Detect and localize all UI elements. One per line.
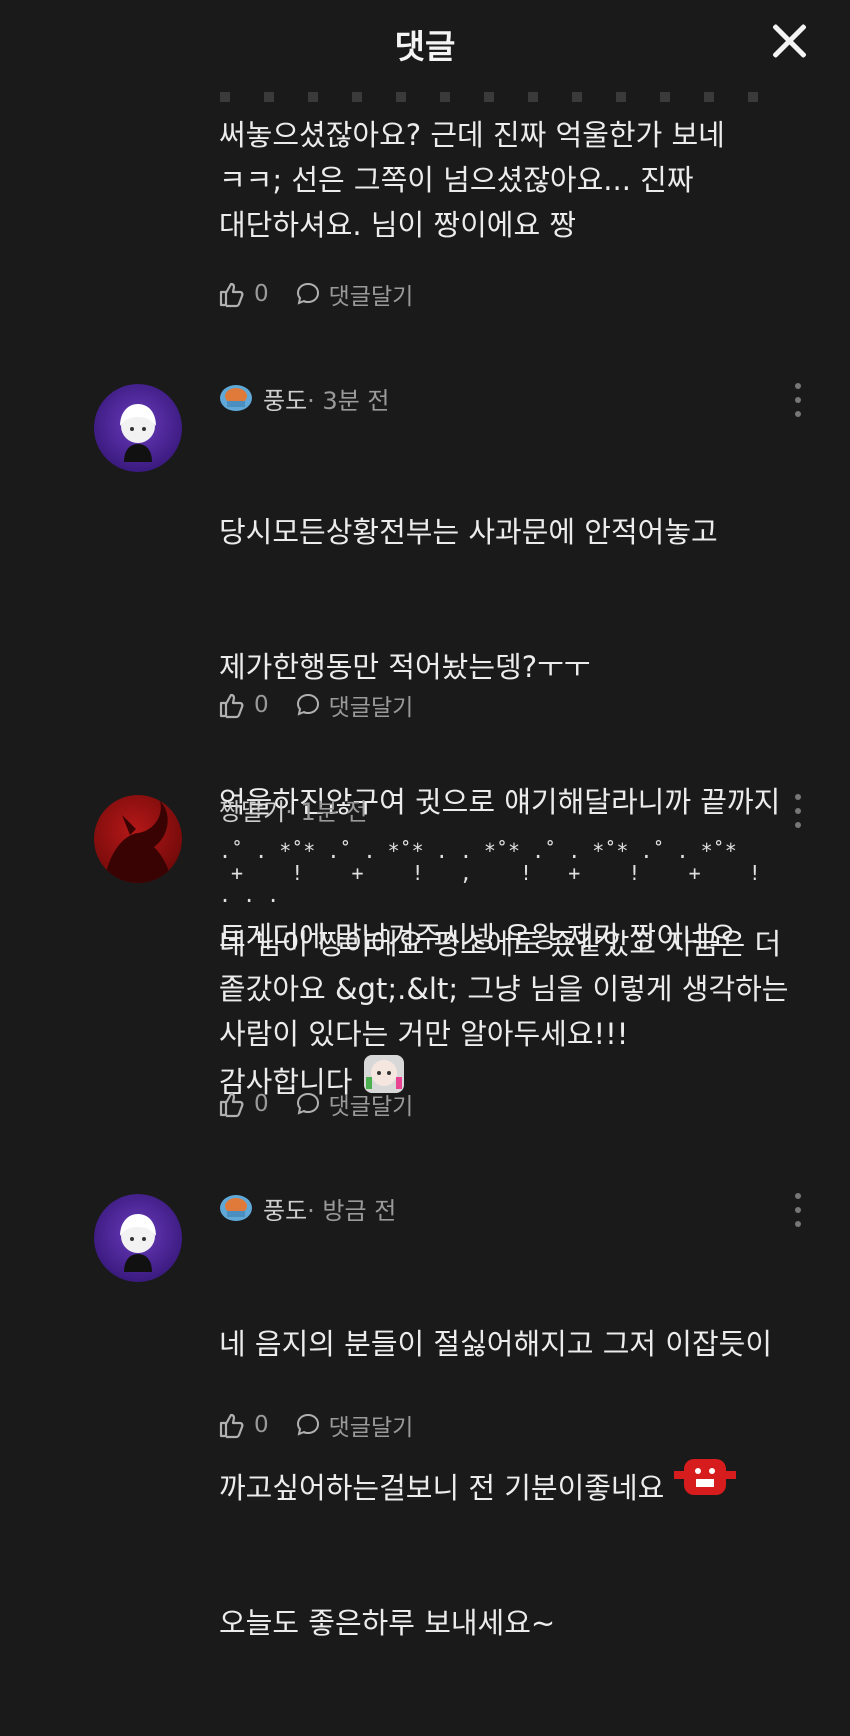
decorative-text: .˚ . *˚* .˚ . *˚* . . *˚* .˚ . *˚* .˚ . … (219, 840, 761, 906)
level-badge-icon (220, 385, 252, 411)
avatar[interactable] (94, 384, 182, 472)
username[interactable]: 풍도 (263, 1191, 307, 1226)
thumbs-up-icon (219, 693, 244, 719)
avatar[interactable] (94, 1194, 182, 1282)
comment-line: 당시모든상황전부는 사과문에 안적어놓고 (219, 515, 718, 549)
comment-meta: 짱딸기 · 1분 전 (219, 792, 368, 826)
more-options-icon[interactable] (788, 383, 808, 423)
timestamp: · 방금 전 (307, 1196, 397, 1225)
comment-meta: 풍도 · 3분 전 (219, 381, 390, 415)
speech-bubble-icon (296, 282, 319, 305)
speech-bubble-icon (296, 1092, 319, 1115)
like-button[interactable]: 0 (218, 1411, 269, 1439)
comment-line: 네 음지의 분들이 절싫어해지고 그저 이잡듯이 (219, 1327, 773, 1361)
reply-label: 댓글달기 (328, 695, 414, 721)
timestamp: · 1분 전 (285, 797, 368, 826)
comment-text: 네 님이 짱이에요 평소에도 죴같았고 지금은 더 좉갔아요 &gt;.&lt;… (219, 927, 789, 1051)
like-count: 0 (254, 281, 269, 307)
thumbs-up-icon (219, 1092, 244, 1118)
decorative-line: + ! + ! , ! + ! + ! (219, 861, 761, 885)
reply-button[interactable]: 댓글달기 (295, 1087, 414, 1121)
thumbs-up-icon (219, 282, 244, 308)
reply-label: 댓글달기 (328, 284, 414, 310)
reply-button[interactable]: 댓글달기 (295, 277, 414, 311)
level-badge-icon (220, 1195, 252, 1221)
comment-text: 써놓으셨잖아요? 근데 진짜 억울한가 보네 ㅋㅋ; 선은 그쪽이 넘으셨잖아요… (219, 118, 725, 242)
like-button[interactable]: 0 (218, 691, 269, 719)
page-title: 댓글 (394, 27, 456, 66)
like-count: 0 (254, 1091, 269, 1117)
close-icon[interactable] (770, 22, 808, 60)
like-count: 0 (254, 692, 269, 718)
more-options-icon[interactable] (788, 794, 808, 834)
reply-button[interactable]: 댓글달기 (295, 1408, 414, 1442)
comment-actions: 0 댓글달기 (218, 687, 413, 723)
comment-text: 네 음지의 분들이 절싫어해지고 그저 이잡듯이 까고싶어하는걸보니 전 기분이… (219, 1232, 772, 1736)
thumbs-up-icon (219, 1413, 244, 1439)
comment-meta: 풍도 · 방금 전 (219, 1191, 396, 1225)
comment-actions: 0 댓글달기 (218, 1407, 413, 1443)
decorative-line: .˚ . *˚* .˚ . *˚* . . *˚* .˚ . *˚* .˚ . … (219, 839, 737, 863)
like-button[interactable]: 0 (218, 1090, 269, 1118)
comment-line-text: 까고싶어하는걸보니 전 기분이좋네요 (219, 1471, 665, 1505)
comment-line: 제가한행동만 적어놨는뎅?ㅜㅜ (219, 650, 591, 684)
comment-line: 까고싶어하는걸보니 전 기분이좋네요 (219, 1459, 772, 1511)
speech-bubble-icon (296, 693, 319, 716)
emoticon-sticker (674, 1459, 737, 1495)
username[interactable]: 풍도 (263, 381, 307, 416)
avatar[interactable] (94, 795, 182, 883)
more-options-icon[interactable] (788, 1193, 808, 1233)
reply-label: 댓글달기 (328, 1415, 414, 1441)
speech-bubble-icon (296, 1413, 319, 1436)
comment-actions: 0 댓글달기 (218, 1086, 413, 1122)
like-count: 0 (254, 1412, 269, 1438)
reply-label: 댓글달기 (328, 1094, 414, 1120)
decorative-line: . . . (219, 883, 280, 907)
avatar-illustration (104, 801, 172, 883)
comment-line: 오늘도 좋은하루 보내세요~ (219, 1606, 556, 1640)
comment-actions: 0 댓글달기 (218, 276, 413, 312)
header: 댓글 (0, 0, 850, 100)
avatar-illustration (120, 404, 156, 462)
timestamp: · 3분 전 (307, 386, 390, 415)
clipped-text-line (220, 92, 790, 102)
like-button[interactable]: 0 (218, 280, 269, 308)
username[interactable]: 짱딸기 (219, 792, 285, 827)
reply-button[interactable]: 댓글달기 (295, 688, 414, 722)
avatar-illustration (120, 1214, 156, 1272)
